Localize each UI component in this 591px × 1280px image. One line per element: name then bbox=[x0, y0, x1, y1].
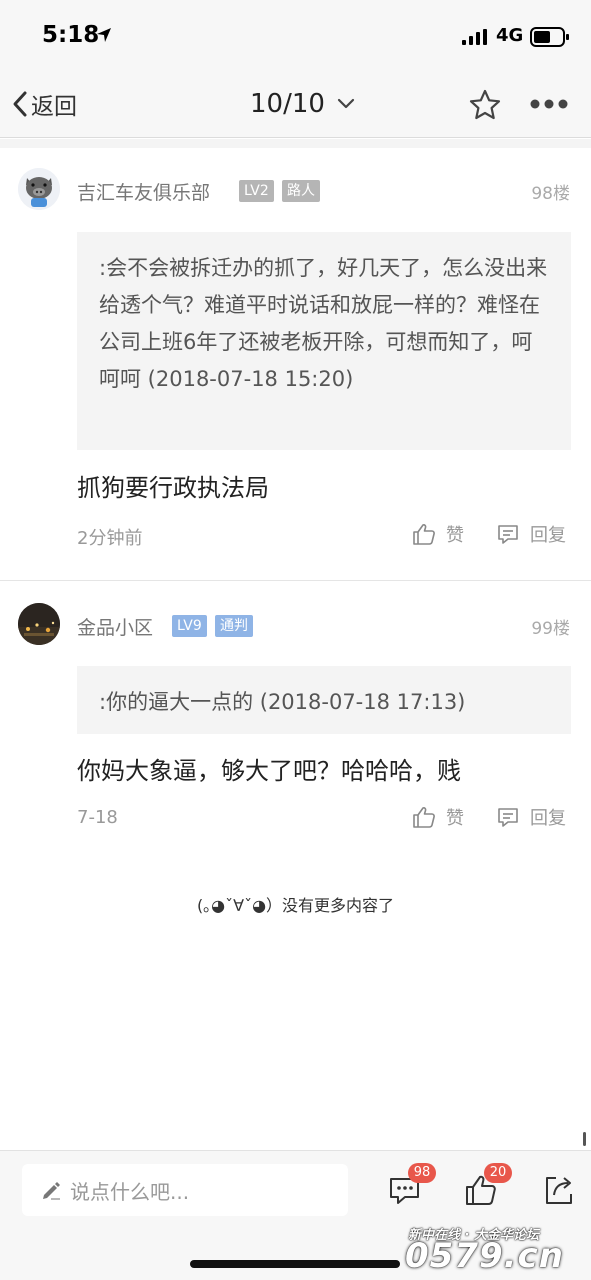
reply-label: 回复 bbox=[530, 808, 566, 829]
role-badge: 通判 bbox=[215, 615, 253, 637]
star-icon[interactable] bbox=[468, 88, 502, 122]
reply-icon bbox=[498, 525, 518, 544]
reply-button[interactable]: 回复 bbox=[496, 521, 566, 547]
comment-count-badge: 98 bbox=[408, 1163, 436, 1183]
back-chevron-icon bbox=[13, 91, 27, 117]
separator-band bbox=[0, 139, 591, 148]
share-icon bbox=[546, 1177, 572, 1204]
comments-button[interactable]: 98 bbox=[388, 1163, 436, 1207]
scrollbar-thumb[interactable] bbox=[583, 1132, 586, 1146]
more-icon[interactable] bbox=[530, 98, 568, 110]
share-button[interactable] bbox=[542, 1173, 576, 1207]
like-post-button[interactable]: 20 bbox=[464, 1163, 512, 1207]
reply-button[interactable]: 回复 bbox=[496, 804, 566, 830]
input-placeholder: 说点什么吧... bbox=[70, 1179, 190, 1204]
pig-avatar-icon bbox=[18, 168, 60, 210]
back-label: 返回 bbox=[31, 94, 77, 120]
post-time: 2分钟前 bbox=[77, 528, 143, 549]
reply-icon bbox=[498, 808, 518, 827]
like-label: 赞 bbox=[446, 525, 464, 546]
pencil-icon bbox=[43, 1182, 60, 1200]
like-button[interactable]: 赞 bbox=[412, 804, 464, 830]
status-bar: 5:18 4G bbox=[0, 0, 591, 72]
post-98: 吉汇车友俱乐部 LV2 路人 98楼 :会不会被拆迁办的抓了，好几天了，怎么没出… bbox=[0, 148, 591, 580]
avatar[interactable] bbox=[18, 603, 60, 645]
network-label: 4G bbox=[496, 25, 524, 46]
post-99: 金品小区 LV9 通判 99楼 :你的逼大一点的 (2018-07-18 17:… bbox=[0, 581, 591, 861]
nav-bar: 返回 10/10 bbox=[0, 72, 591, 138]
signal-icon bbox=[462, 29, 487, 45]
like-count-badge: 20 bbox=[484, 1163, 512, 1183]
back-button[interactable]: 返回 bbox=[10, 86, 77, 122]
photo-avatar-icon bbox=[18, 603, 60, 645]
level-badge: LV2 bbox=[239, 180, 274, 202]
home-indicator[interactable] bbox=[190, 1260, 400, 1268]
quote-box: :你的逼大一点的 (2018-07-18 17:13) bbox=[77, 666, 571, 734]
username[interactable]: 金品小区 bbox=[77, 613, 153, 640]
level-badge: LV9 bbox=[172, 615, 207, 637]
location-arrow-icon bbox=[97, 28, 111, 42]
floor-number: 98楼 bbox=[531, 184, 570, 204]
post-time: 7-18 bbox=[77, 807, 118, 828]
quote-box: :会不会被拆迁办的抓了，好几天了，怎么没出来给透个气？难道平时说话和放屁一样的？… bbox=[77, 232, 571, 450]
post-content: 抓狗要行政执法局 bbox=[77, 474, 269, 502]
battery-icon bbox=[530, 27, 569, 47]
avatar[interactable] bbox=[18, 168, 60, 210]
watermark-logo: 0579.cn bbox=[405, 1236, 564, 1276]
comment-input[interactable]: 说点什么吧... bbox=[22, 1164, 348, 1216]
status-time: 5:18 bbox=[42, 22, 100, 48]
chevron-down-icon bbox=[337, 98, 355, 109]
role-badge: 路人 bbox=[282, 180, 320, 202]
page: 5:18 4G 返回 10/10 吉汇车友俱乐部 LV2 路人 98楼:会不会… bbox=[0, 0, 591, 1280]
like-button[interactable]: 赞 bbox=[412, 521, 464, 547]
thumbs-up-icon bbox=[413, 524, 435, 545]
post-content: 你妈大象逼，够大了吧？哈哈哈，贱 bbox=[77, 757, 461, 785]
reply-label: 回复 bbox=[530, 525, 566, 546]
thumbs-up-icon bbox=[413, 807, 435, 828]
like-label: 赞 bbox=[446, 808, 464, 829]
username[interactable]: 吉汇车友俱乐部 bbox=[77, 178, 210, 205]
page-selector[interactable]: 10/10 bbox=[250, 86, 355, 122]
no-more-content: (｡◕ˇ∀ˇ◕）没有更多内容了 bbox=[196, 896, 395, 915]
floor-number: 99楼 bbox=[531, 619, 570, 639]
page-indicator-label: 10/10 bbox=[250, 89, 325, 119]
